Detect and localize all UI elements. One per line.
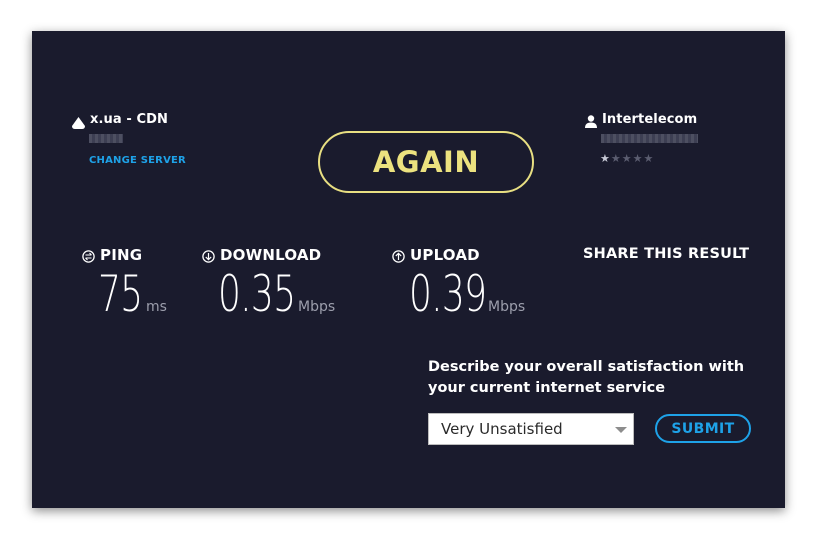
user-icon xyxy=(585,113,597,128)
star-icon[interactable]: ★ xyxy=(622,152,633,165)
upload-unit: Mbps xyxy=(488,299,526,315)
ping-value: 75 xyxy=(98,265,143,323)
download-label: DOWNLOAD xyxy=(202,246,321,264)
caret-down-icon xyxy=(615,427,627,433)
isp-rating-stars[interactable]: ★★★★★ xyxy=(600,152,654,165)
share-result-link[interactable]: SHARE THIS RESULT xyxy=(583,246,749,262)
isp-name: Intertelecom xyxy=(602,112,698,127)
speedtest-panel: x.ua - CDN CHANGE SERVER AGAIN Intertele… xyxy=(32,31,785,508)
satisfaction-question: Describe your overall satisfaction with … xyxy=(428,357,744,399)
upload-label-text: UPLOAD xyxy=(410,246,480,264)
isp-ip-redacted xyxy=(601,134,698,143)
ping-unit: ms xyxy=(146,299,167,315)
isp-header: Intertelecom xyxy=(585,112,698,128)
satisfaction-select[interactable]: Very Unsatisfied xyxy=(428,413,634,445)
question-line-1: Describe your overall satisfaction with xyxy=(428,359,745,375)
ping-result: 75 ms xyxy=(98,269,167,319)
change-server-link[interactable]: CHANGE SERVER xyxy=(89,155,186,166)
upload-result: 0.39 Mbps xyxy=(409,269,525,319)
download-unit: Mbps xyxy=(298,299,336,315)
server-name: x.ua - CDN xyxy=(90,112,169,127)
star-icon[interactable]: ★ xyxy=(611,152,622,165)
upload-value: 0.39 xyxy=(409,265,487,323)
download-arrow-icon xyxy=(202,249,215,263)
download-value: 0.35 xyxy=(218,265,296,323)
submit-button[interactable]: SUBMIT xyxy=(655,414,751,443)
upload-label: UPLOAD xyxy=(392,246,480,264)
download-label-text: DOWNLOAD xyxy=(220,246,322,264)
satisfaction-selected-value: Very Unsatisfied xyxy=(441,420,563,438)
download-result: 0.35 Mbps xyxy=(218,269,335,319)
server-location-redacted xyxy=(89,134,123,143)
ping-label-text: PING xyxy=(100,246,143,264)
server-pin-icon xyxy=(72,114,85,129)
star-icon[interactable]: ★ xyxy=(600,152,611,165)
server-header: x.ua - CDN xyxy=(72,112,169,129)
ping-label: PING xyxy=(82,246,142,264)
ping-icon xyxy=(82,249,95,263)
star-icon[interactable]: ★ xyxy=(644,152,655,165)
question-line-2: your current internet service xyxy=(428,380,666,396)
upload-arrow-icon xyxy=(392,249,405,263)
again-button[interactable]: AGAIN xyxy=(318,131,534,193)
star-icon[interactable]: ★ xyxy=(633,152,644,165)
